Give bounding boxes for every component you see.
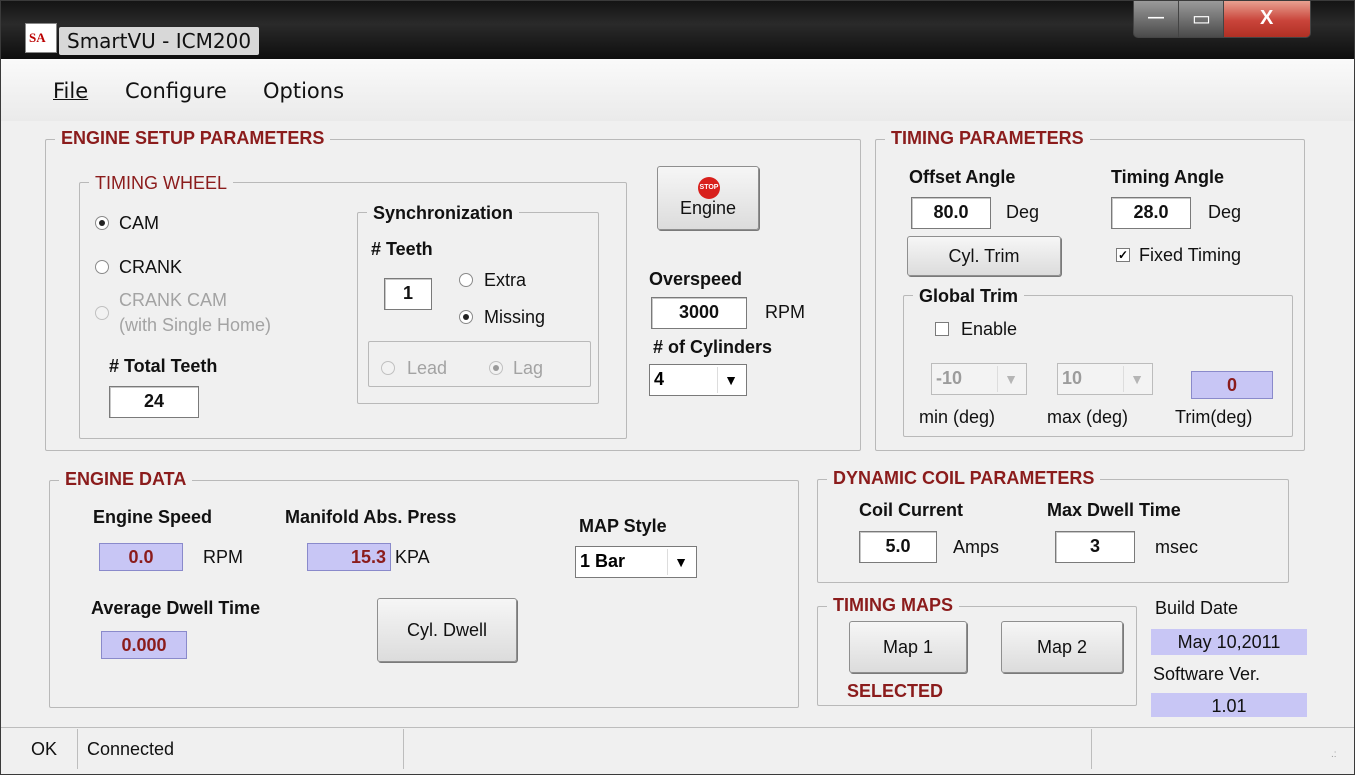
selected-indicator: SELECTED (841, 681, 950, 702)
map-pressure-label: Manifold Abs. Press (285, 507, 457, 527)
engine-speed-unit: RPM (203, 547, 243, 567)
lag-label: Lag (513, 358, 544, 378)
stop-icon: STOP (698, 177, 720, 199)
trim-max-select[interactable]: 10 ▼ (1057, 363, 1153, 395)
trim-deg-label: Trim(deg) (1175, 407, 1253, 427)
offset-angle-input[interactable]: 80.0 (911, 197, 991, 229)
fixed-timing-label[interactable]: Fixed Timing (1139, 245, 1241, 266)
menu-configure[interactable]: Configure (125, 79, 227, 103)
crank-radio[interactable] (95, 260, 109, 274)
coil-current-label: Coil Current (859, 500, 964, 520)
crank-cam-sublabel: (with Single Home) (119, 315, 272, 335)
menu-file[interactable]: File (53, 79, 88, 103)
trim-value-display: 0 (1191, 371, 1273, 399)
app-icon: SA (25, 23, 57, 53)
timing-angle-unit: Deg (1208, 202, 1242, 222)
map-2-button[interactable]: Map 2 (1001, 621, 1123, 673)
window-title: SmartVU - ICM200 (59, 27, 260, 55)
timing-parameters-title: TIMING PARAMETERS (885, 128, 1090, 149)
timing-wheel-title: TIMING WHEEL (89, 173, 234, 194)
engine-button-label: Engine (679, 197, 737, 218)
avg-dwell-display: 0.000 (101, 631, 187, 659)
cylinders-select[interactable]: 4 ▼ (649, 364, 747, 396)
restore-button[interactable]: ▭ (1178, 1, 1224, 38)
cylinders-label: # of Cylinders (653, 337, 773, 357)
synchronization-title: Synchronization (367, 203, 520, 224)
overspeed-unit: RPM (765, 302, 805, 322)
sync-teeth-input[interactable]: 1 (384, 278, 432, 310)
coil-current-unit: Amps (953, 537, 1000, 557)
max-dwell-input[interactable]: 3 (1055, 531, 1135, 563)
engine-stop-button[interactable]: STOP Engine (657, 166, 759, 230)
engine-setup-title: ENGINE SETUP PARAMETERS (55, 128, 331, 149)
title-bar[interactable]: SA SmartVU - ICM200 — ▭ X (1, 1, 1354, 59)
cam-radio[interactable] (95, 216, 109, 230)
cyl-dwell-button[interactable]: Cyl. Dwell (377, 598, 517, 662)
menu-options[interactable]: Options (263, 79, 344, 103)
crank-cam-label: CRANK CAM (119, 290, 228, 310)
status-bar (1, 727, 1354, 774)
lead-label: Lead (407, 358, 448, 378)
chevron-down-icon[interactable]: ▼ (667, 549, 694, 575)
map-1-button[interactable]: Map 1 (849, 621, 967, 673)
close-button[interactable]: X (1223, 1, 1311, 38)
crank-cam-radio[interactable] (95, 306, 109, 320)
engine-speed-display: 0.0 (99, 543, 183, 571)
map-pressure-display: 15.3 (307, 543, 391, 571)
max-dwell-unit: msec (1155, 537, 1199, 557)
map-style-label: MAP Style (579, 516, 667, 536)
status-connection: Connected (87, 739, 175, 759)
software-ver-label: Software Ver. (1153, 664, 1261, 684)
max-dwell-label: Max Dwell Time (1047, 500, 1181, 520)
trim-min-select[interactable]: -10 ▼ (931, 363, 1027, 395)
build-date-label: Build Date (1155, 598, 1239, 618)
offset-angle-label: Offset Angle (909, 167, 1016, 187)
engine-speed-label: Engine Speed (93, 507, 213, 527)
timing-angle-label: Timing Angle (1111, 167, 1225, 187)
cyl-trim-button[interactable]: Cyl. Trim (907, 236, 1061, 276)
sync-teeth-label: # Teeth (371, 239, 433, 259)
extra-radio[interactable] (459, 273, 473, 287)
min-deg-label: min (deg) (919, 407, 996, 427)
enable-label[interactable]: Enable (961, 319, 1017, 340)
minimize-button[interactable]: — (1133, 1, 1179, 38)
max-deg-label: max (deg) (1047, 407, 1129, 427)
overspeed-label: Overspeed (649, 269, 743, 289)
fixed-timing-checkbox[interactable]: ✓ (1116, 248, 1130, 262)
chevron-down-icon[interactable]: ▼ (1123, 366, 1150, 392)
timing-maps-title: TIMING MAPS (827, 595, 959, 616)
missing-label[interactable]: Missing (484, 307, 545, 328)
software-ver-display: 1.01 (1151, 693, 1307, 717)
chevron-down-icon[interactable]: ▼ (997, 366, 1024, 392)
lead-lag-box (368, 341, 591, 387)
lag-radio[interactable] (489, 361, 503, 375)
resize-grip-icon[interactable]: .: (1331, 750, 1345, 765)
map-style-select[interactable]: 1 Bar ▼ (575, 546, 697, 578)
overspeed-input[interactable]: 3000 (651, 297, 747, 329)
missing-radio[interactable] (459, 310, 473, 324)
global-trim-title: Global Trim (913, 286, 1025, 307)
enable-checkbox[interactable] (935, 322, 949, 336)
status-divider (403, 729, 404, 769)
coil-current-input[interactable]: 5.0 (859, 531, 937, 563)
engine-data-title: ENGINE DATA (59, 469, 193, 490)
offset-angle-unit: Deg (1006, 202, 1040, 222)
status-divider (77, 729, 78, 769)
avg-dwell-label: Average Dwell Time (91, 598, 261, 618)
crank-label[interactable]: CRANK (119, 257, 182, 278)
total-teeth-input[interactable]: 24 (109, 386, 199, 418)
status-divider (1091, 729, 1092, 769)
app-window: SA SmartVU - ICM200 — ▭ X File Configure… (0, 0, 1355, 775)
status-state: OK (31, 739, 58, 759)
timing-angle-input[interactable]: 28.0 (1111, 197, 1191, 229)
map-pressure-unit: KPA (395, 547, 430, 567)
total-teeth-label: # Total Teeth (109, 356, 218, 376)
chevron-down-icon[interactable]: ▼ (717, 367, 744, 393)
close-icon: X (1260, 7, 1274, 29)
coil-parameters-title: DYNAMIC COIL PARAMETERS (827, 468, 1101, 489)
lead-radio[interactable] (381, 361, 395, 375)
build-date-display: May 10,2011 (1151, 629, 1307, 655)
cam-label[interactable]: CAM (119, 213, 159, 234)
extra-label[interactable]: Extra (484, 270, 526, 291)
